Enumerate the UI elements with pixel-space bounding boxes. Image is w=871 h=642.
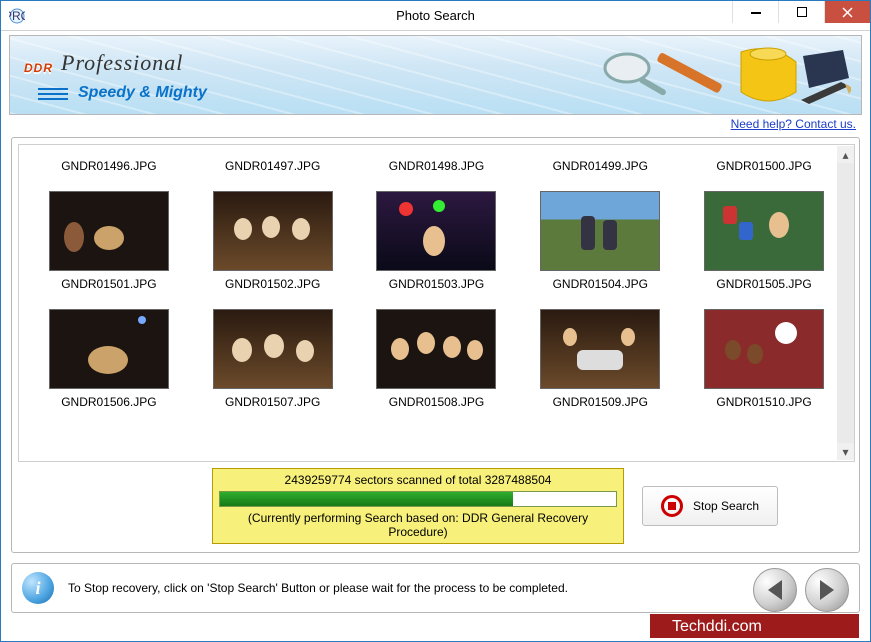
thumbnail[interactable] [376,309,496,389]
thumbnail[interactable] [213,191,333,271]
watermark: Techddi.com [650,614,859,638]
file-name[interactable]: GNDR01505.JPG [689,277,839,291]
prev-button[interactable] [753,568,797,612]
banner-tools-art [591,42,851,112]
scroll-up-icon[interactable]: ▴ [837,146,854,163]
file-name[interactable]: GNDR01497.JPG [198,159,348,173]
scroll-down-icon[interactable]: ▾ [837,443,854,460]
progress-sectors-text: 2439259774 sectors scanned of total 3287… [219,473,617,487]
progress-mode-text: (Currently performing Search based on: D… [219,511,617,539]
file-name[interactable]: GNDR01509.JPG [525,395,675,409]
progress-box: 2439259774 sectors scanned of total 3287… [212,468,624,544]
logo-brand: DDR [24,61,53,75]
file-name[interactable]: GNDR01501.JPG [34,277,184,291]
thumbnail[interactable] [540,309,660,389]
thumbnail[interactable] [49,309,169,389]
help-bar: Need help? Contact us. [1,115,870,137]
scrollbar[interactable]: ▴ ▾ [837,146,854,460]
close-button[interactable] [824,1,870,23]
help-link[interactable]: Need help? Contact us. [731,117,856,131]
file-name[interactable]: GNDR01503.JPG [361,277,511,291]
progress-fill [220,492,513,506]
thumbnail[interactable] [213,309,333,389]
file-name[interactable]: GNDR01504.JPG [525,277,675,291]
file-name[interactable]: GNDR01506.JPG [34,395,184,409]
stop-search-label: Stop Search [693,499,759,513]
file-name[interactable]: GNDR01510.JPG [689,395,839,409]
thumbnail[interactable] [540,191,660,271]
logo: DDR Professional [24,42,183,81]
thumbnail[interactable] [704,191,824,271]
file-name[interactable]: GNDR01508.JPG [361,395,511,409]
progress-bar [219,491,617,507]
file-name[interactable]: GNDR01496.JPG [34,159,184,173]
thumbnail-grid[interactable]: GNDR01496.JPG GNDR01497.JPG GNDR01498.JP… [18,144,855,462]
file-name[interactable]: GNDR01507.JPG [198,395,348,409]
stop-search-button[interactable]: Stop Search [642,486,778,526]
file-name[interactable]: GNDR01499.JPG [525,159,675,173]
file-name[interactable]: GNDR01500.JPG [689,159,839,173]
app-window: PRO Photo Search DDR Professional Speedy … [0,0,871,642]
thumbnail[interactable] [704,309,824,389]
thumbnail[interactable] [49,191,169,271]
banner: DDR Professional Speedy & Mighty [9,35,862,115]
file-name[interactable]: GNDR01498.JPG [361,159,511,173]
maximize-button[interactable] [778,1,824,23]
logo-tagline: Speedy & Mighty [78,84,207,102]
info-icon: i [22,572,54,604]
next-button[interactable] [805,568,849,612]
file-name[interactable]: GNDR01502.JPG [198,277,348,291]
stop-icon [661,495,683,517]
hint-text: To Stop recovery, click on 'Stop Search'… [68,581,849,595]
arrow-right-icon [820,580,834,600]
hint-bar: i To Stop recovery, click on 'Stop Searc… [11,563,860,613]
logo-product: Professional [61,50,183,75]
thumbnail[interactable] [376,191,496,271]
scroll-track[interactable] [837,163,854,443]
results-panel: GNDR01496.JPG GNDR01497.JPG GNDR01498.JP… [11,137,860,553]
minimize-button[interactable] [732,1,778,23]
arrow-left-icon [768,580,782,600]
titlebar: PRO Photo Search [1,1,870,31]
